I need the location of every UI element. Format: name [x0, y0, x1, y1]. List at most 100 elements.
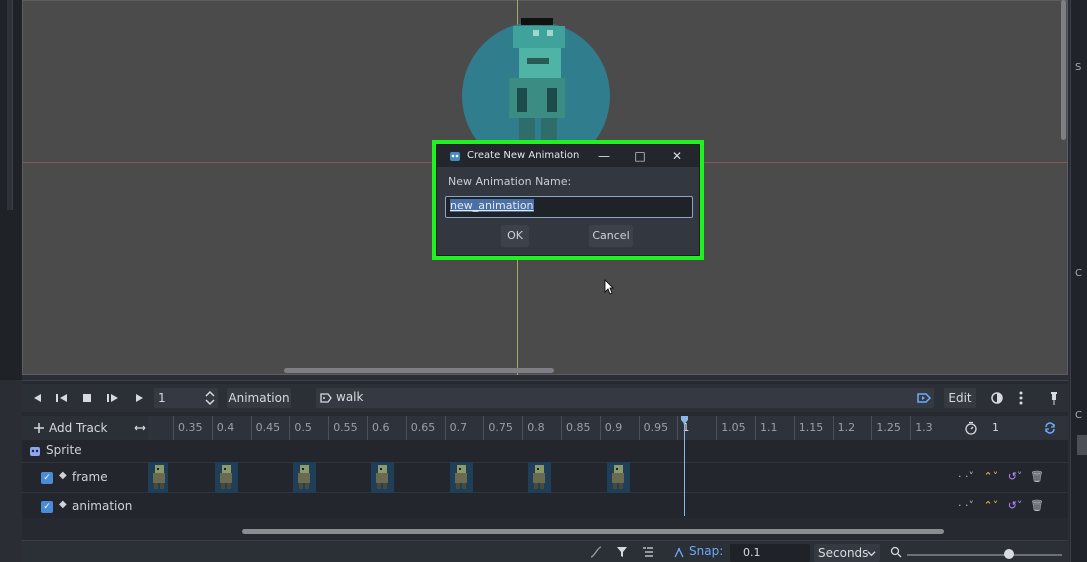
add-track-area: Add Track	[22, 416, 148, 440]
pin-icon[interactable]	[1048, 388, 1060, 408]
ruler-tick-label: 0.6	[367, 416, 406, 440]
zoom-slider-handle[interactable]	[1004, 549, 1014, 559]
ruler-tick-label: 1.1	[755, 416, 794, 440]
loop-wrap-dropdown[interactable]: ↺˅	[1008, 499, 1023, 512]
animation-length-value[interactable]: 1	[992, 421, 999, 434]
create-animation-dialog: Create New Animation — □ ✕ New Animation…	[436, 144, 700, 256]
plus-icon	[34, 423, 44, 433]
play-icon[interactable]	[132, 388, 146, 408]
right-dock-marker: C	[1075, 410, 1082, 421]
ruler-tick-label: 0.35	[173, 416, 212, 440]
property-track-icon: ◆	[59, 470, 67, 481]
animation-select[interactable]: walk	[316, 388, 931, 408]
ruler-tick-label: 0.55	[328, 416, 367, 440]
trash-icon[interactable]: 🗑	[1030, 470, 1044, 483]
ruler-tick-label: 0.7	[444, 416, 484, 440]
playhead-line[interactable]	[684, 416, 685, 516]
interpolation-dropdown[interactable]: ⌃˅	[984, 470, 999, 483]
interpolation-dropdown[interactable]: ⌃˅	[984, 499, 999, 512]
animation-name: walk	[336, 390, 364, 404]
timeline-bottom-bar: Snap: 0.1 Seconds	[22, 540, 1068, 562]
animation-toolbar: 1 Animation walk Edit	[22, 384, 1068, 412]
stop-icon[interactable]	[80, 388, 94, 408]
zoom-slider[interactable]	[907, 554, 1062, 556]
godot-icon	[450, 152, 460, 161]
ruler-tick-label: 1.15	[793, 416, 833, 440]
viewport-vertical-scrollbar[interactable]	[1061, 0, 1066, 140]
fit-width-icon[interactable]	[134, 423, 146, 433]
ruler-tick-label: 0.9	[599, 416, 639, 440]
group-tracks-icon[interactable]	[642, 546, 654, 558]
track-label-animation: animation	[72, 499, 133, 513]
ruler-tick-label: 0.45	[250, 416, 290, 440]
animation-menu-button[interactable]: Animation	[227, 388, 291, 408]
snap-icon[interactable]	[674, 547, 686, 559]
left-dock-strip	[0, 0, 22, 380]
update-mode-dropdown[interactable]: · ·˅	[958, 499, 974, 512]
keyframe-thumbnail[interactable]	[371, 462, 394, 493]
snap-step-input[interactable]: 0.1	[730, 544, 810, 562]
spin-arrows-icon[interactable]	[204, 388, 216, 408]
more-options-icon[interactable]	[1016, 388, 1026, 408]
keyframe-thumbnail[interactable]	[450, 462, 473, 493]
track-node-row[interactable]: Sprite	[22, 440, 1068, 462]
ruler-tick-label: 1.25	[871, 416, 910, 440]
right-dock-marker: S	[1075, 62, 1082, 73]
trash-icon[interactable]: 🗑	[1030, 499, 1044, 512]
ruler-tick-label: 0.8	[522, 416, 561, 440]
play-from-start-icon[interactable]	[104, 388, 120, 408]
loop-icon[interactable]	[1043, 421, 1057, 435]
godot-editor: Create New Animation — □ ✕ New Animation…	[0, 0, 1087, 562]
ok-button[interactable]: OK	[501, 225, 529, 247]
ruler-tick-label: 0.85	[561, 416, 600, 440]
animation-name-input[interactable]: new_animation	[445, 196, 693, 218]
ruler-tick-label: 0.65	[405, 416, 445, 440]
autoplay-icon[interactable]	[914, 388, 934, 408]
timeline-ruler[interactable]: Add Track 0.35 0.4 0.45 0.5 0.55 0.6 0.65 0.7 0.…	[22, 416, 1068, 440]
ruler-tick-label: 0.75	[483, 416, 522, 440]
snap-unit-dropdown[interactable]: Seconds	[814, 544, 880, 562]
viewport-horizontal-scrollbar[interactable]	[284, 368, 554, 373]
mouse-cursor-icon	[604, 279, 614, 295]
add-track-button[interactable]: Add Track	[49, 421, 107, 435]
track-enable-checkbox[interactable]: ✓	[41, 501, 53, 513]
edit-button[interactable]: Edit	[944, 388, 976, 408]
zoom-icon	[890, 546, 902, 558]
ruler-tick-label: 1.2	[832, 416, 872, 440]
ruler-tick-label: 0.4	[211, 416, 251, 440]
keyframe-thumbnail[interactable]	[293, 462, 316, 493]
timer-icon	[965, 421, 977, 435]
right-dock-block	[1077, 435, 1087, 455]
minimize-button[interactable]: —	[595, 148, 613, 164]
maximize-button[interactable]: □	[631, 148, 649, 164]
timeline-scrollbar[interactable]	[242, 529, 944, 534]
onion-skin-icon[interactable]	[990, 388, 1004, 408]
chevron-down-icon	[867, 551, 876, 557]
right-dock-marker: C	[1075, 268, 1082, 279]
close-button[interactable]: ✕	[668, 148, 686, 164]
track-row-animation[interactable]: ✓ ◆ animation	[22, 492, 1068, 518]
play-backwards-icon[interactable]	[30, 388, 44, 408]
left-dock-panel	[7, 0, 13, 210]
keyframe-thumbnail[interactable]	[528, 462, 551, 493]
keyframe-thumbnail[interactable]	[148, 462, 168, 493]
track-label-frame: frame	[72, 470, 108, 484]
animation-name-label: New Animation Name:	[448, 175, 572, 188]
filter-icon[interactable]	[616, 546, 628, 558]
ruler-tick-label: 0.95	[638, 416, 678, 440]
snap-unit-label: Seconds	[818, 546, 869, 560]
bezier-curve-icon[interactable]	[590, 546, 602, 558]
play-backwards-from-end-icon[interactable]	[54, 388, 70, 408]
loop-wrap-dropdown[interactable]: ↺˅	[1008, 470, 1023, 483]
keyframe-thumbnail[interactable]	[607, 462, 630, 493]
cancel-button[interactable]: Cancel	[589, 225, 633, 247]
dialog-title: Create New Animation	[467, 150, 580, 161]
sprite-character[interactable]	[503, 18, 573, 140]
snap-label: Snap:	[689, 544, 724, 558]
dialog-titlebar[interactable]: Create New Animation — □ ✕	[437, 145, 699, 167]
sprite-node-icon	[30, 447, 40, 456]
playhead-handle-icon[interactable]	[681, 416, 688, 424]
track-enable-checkbox[interactable]: ✓	[41, 472, 53, 484]
keyframe-thumbnail[interactable]	[215, 462, 238, 493]
update-mode-dropdown[interactable]: · ·˅	[958, 470, 974, 483]
